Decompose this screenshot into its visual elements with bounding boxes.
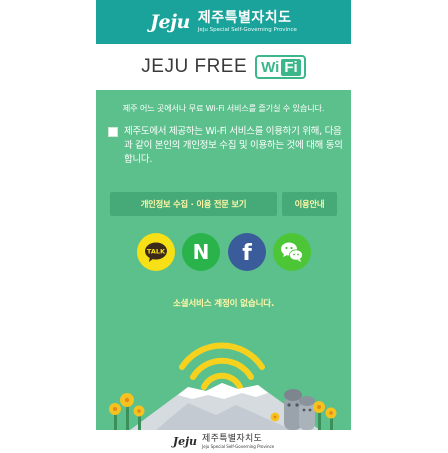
header-bar: Jeju 제주특별자치도 Jeju Special Self-Governing… xyxy=(96,0,351,44)
facebook-icon: f xyxy=(242,241,252,266)
footer-province-subtitle: Jeju Special Self-Governing Province xyxy=(202,443,275,449)
footer-logo-mark: Jeju xyxy=(172,435,198,448)
page-title: JEJU FREE xyxy=(141,56,248,77)
wechat-login-button[interactable] xyxy=(272,233,311,271)
consent-checkbox[interactable] xyxy=(108,127,118,137)
privacy-policy-button[interactable]: 개인정보 수집 · 이용 전문 보기 xyxy=(110,192,277,216)
naver-icon: N xyxy=(193,240,210,264)
kakaotalk-icon: TALK xyxy=(145,242,167,262)
captive-portal-page: Jeju 제주특별자치도 Jeju Special Self-Governing… xyxy=(96,0,351,453)
wechat-icon xyxy=(280,242,303,262)
naver-login-button[interactable]: N xyxy=(182,233,221,271)
title-bar: JEJU FREE Wi Fi xyxy=(96,44,351,90)
canola-flowers-left xyxy=(109,393,145,430)
province-subtitle: Jeju Special Self-Governing Province xyxy=(197,27,297,33)
footer-province-name: 제주특별자치도 xyxy=(202,433,263,444)
jeju-logo-text: 제주특별자치도 Jeju Special Self-Governing Prov… xyxy=(198,10,297,34)
jeju-logo-mark: Jeju xyxy=(150,11,190,33)
usage-guide-button[interactable]: 이용안내 xyxy=(282,192,337,216)
button-row: 개인정보 수집 · 이용 전문 보기 이용안내 xyxy=(110,192,337,216)
intro-text: 제주 어느 곳에서나 무료 Wi-Fi 서비스를 즐기실 수 있습니다. xyxy=(122,103,325,113)
wifi-badge-fi: Fi xyxy=(281,58,301,76)
naver-label: N xyxy=(193,240,210,264)
facebook-login-button[interactable]: f xyxy=(227,233,266,271)
wifi-badge: Wi Fi xyxy=(255,55,306,79)
no-social-account-link[interactable]: 소셜서비스 계정이 없습니다. xyxy=(96,297,351,309)
dol-hareubang-statues xyxy=(284,389,315,430)
consent-text: 제주도에서 제공하는 Wi-Fi 서비스를 이용하기 위해, 다음과 같이 본인… xyxy=(124,126,343,165)
wifi-badge-wi: Wi xyxy=(261,58,280,76)
hallasan-illustration xyxy=(109,342,337,430)
social-login-row: TALK N f xyxy=(137,233,311,271)
facebook-label: f xyxy=(242,241,252,266)
kakaotalk-label: TALK xyxy=(147,248,166,256)
consent-row[interactable]: 제주도에서 제공하는 Wi-Fi 서비스를 이용하기 위해, 다음과 같이 본인… xyxy=(108,125,344,167)
footer: Jeju 제주특별자치도 Jeju Special Self-Governing… xyxy=(96,430,351,453)
footer-logo-text: 제주특별자치도 Jeju Special Self-Governing Prov… xyxy=(202,434,274,450)
province-name: 제주특별자치도 xyxy=(197,10,292,26)
kakaotalk-login-button[interactable]: TALK xyxy=(137,233,175,271)
